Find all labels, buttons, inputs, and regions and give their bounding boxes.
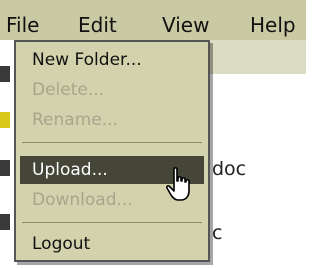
menu-item-delete: Delete... <box>32 80 105 100</box>
menu-item-rename: Rename... <box>32 110 118 130</box>
hand-pointer-icon <box>165 167 190 201</box>
menu-file[interactable]: File <box>6 13 39 37</box>
background-file-label[interactable]: doc <box>212 158 246 180</box>
menu-edit[interactable]: Edit <box>78 13 117 37</box>
menu-help[interactable]: Help <box>250 13 296 37</box>
menu-bar: File Edit View Help <box>0 0 306 40</box>
menu-separator <box>22 142 202 143</box>
background-toolbar-strip <box>210 40 306 74</box>
menu-view[interactable]: View <box>162 13 209 37</box>
background-row-marker <box>0 160 10 176</box>
menu-separator <box>22 222 202 223</box>
menu-item-logout[interactable]: Logout <box>20 230 204 258</box>
background-file-label[interactable]: c <box>212 222 222 244</box>
menu-item-new-folder[interactable]: New Folder... <box>20 46 204 74</box>
background-row-marker <box>0 66 10 82</box>
background-row-marker <box>0 214 10 230</box>
background-row-marker <box>0 112 10 128</box>
file-menu-dropdown: New Folder... Delete... Rename... Upload… <box>14 40 210 262</box>
